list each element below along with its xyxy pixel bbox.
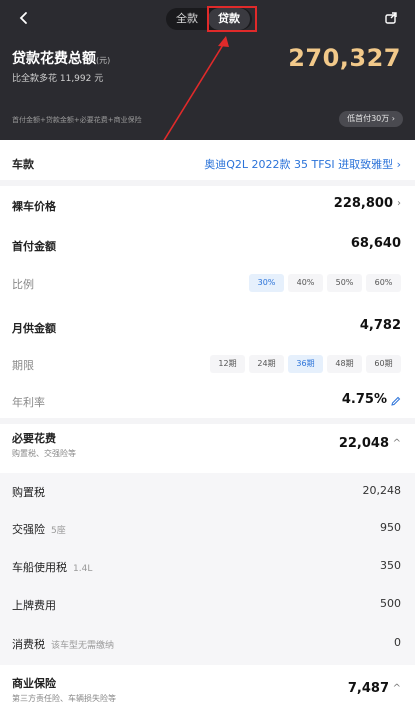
down-payment-label: 首付金额 (12, 240, 56, 253)
commercial-label: 商业保险 (12, 677, 56, 690)
back-arrow-icon (19, 12, 27, 24)
necessary-cost-row[interactable]: 必要花费 购置税、交强险等 22,048 ^ (0, 428, 415, 468)
compulsory-value: 950 (380, 521, 401, 534)
term-option-24[interactable]: 24期 (249, 355, 284, 373)
necessary-sub: 购置税、交强险等 (12, 449, 76, 458)
commercial-insurance-row[interactable]: 商业保险 第三方责任险、车辆损失险等 7,487 ^ (0, 673, 415, 713)
vessel-tax-row: 车船使用税 1.4L 350 (0, 555, 415, 577)
monthly-label: 月供金额 (12, 322, 56, 335)
section-divider (0, 180, 415, 186)
share-button[interactable] (379, 6, 403, 30)
term-label: 期限 (12, 359, 34, 372)
compulsory-label: 交强险 5座 (12, 521, 66, 537)
compulsory-insurance-row: 交强险 5座 950 (0, 517, 415, 539)
commercial-sub: 第三方责任险、车辆损失险等 (12, 694, 116, 703)
rate-label: 年利率 (12, 396, 45, 409)
chevron-up-icon[interactable]: ^ (393, 438, 401, 449)
compulsory-label-text: 交强险 (12, 523, 45, 536)
chevron-up-icon[interactable]: ^ (393, 683, 401, 694)
consumption-tax-label: 消费税 该车型无需缴纳 (12, 636, 114, 652)
necessary-value: 22,048 (338, 436, 389, 451)
ratio-options: 30% 40% 50% 60% (249, 274, 401, 292)
term-option-60[interactable]: 60期 (366, 355, 401, 373)
purchase-tax-value: 20,248 (362, 484, 402, 497)
compulsory-hint: 5座 (51, 526, 66, 536)
cost-formula: 首付金额+贷款金额+必要花费+商业保险 (12, 116, 142, 124)
consumption-tax-label-text: 消费税 (12, 638, 45, 651)
term-option-12[interactable]: 12期 (210, 355, 245, 373)
term-options: 12期 24期 36期 48期 60期 (210, 355, 401, 373)
down-payment-row: 首付金额 68,640 (0, 234, 415, 256)
vessel-tax-hint: 1.4L (73, 564, 93, 574)
bare-price-row[interactable]: 裸车价格 228,800 › (0, 194, 415, 216)
annotation-highlight-box (207, 6, 257, 32)
plate-fee-label: 上牌费用 (12, 599, 56, 612)
consumption-tax-value: 0 (394, 636, 401, 649)
ratio-option-60[interactable]: 60% (366, 274, 401, 292)
ratio-option-30[interactable]: 30% (249, 274, 284, 292)
total-cost: 270,327 (288, 44, 401, 72)
loan-detail-card: 车款 奥迪Q2L 2022款 35 TFSI 进取致雅型 › 裸车价格 228,… (0, 140, 415, 720)
bare-price-label: 裸车价格 (12, 200, 56, 213)
purchase-tax-label: 购置税 (12, 486, 45, 499)
monthly-value: 4,782 (359, 318, 401, 333)
car-label: 车款 (12, 158, 34, 171)
pencil-icon[interactable] (390, 396, 401, 407)
title-unit: (元) (96, 56, 111, 65)
ratio-label: 比例 (12, 278, 34, 291)
plate-fee-row: 上牌费用 500 (0, 593, 415, 615)
ratio-option-40[interactable]: 40% (288, 274, 323, 292)
vessel-tax-label: 车船使用税 1.4L (12, 559, 92, 575)
car-model-link[interactable]: 奥迪Q2L 2022款 35 TFSI 进取致雅型 › (204, 156, 401, 172)
section-divider (0, 418, 415, 424)
compare-text: 比全款多花 11,992 元 (12, 74, 104, 84)
rate-row[interactable]: 年利率 4.75% (0, 390, 415, 412)
purchase-tax-row: 购置税 20,248 (0, 480, 415, 502)
title-text: 贷款花费总额 (12, 51, 96, 67)
chevron-right-icon: › (397, 198, 401, 209)
term-option-48[interactable]: 48期 (327, 355, 362, 373)
bare-price-value: 228,800 (333, 196, 393, 211)
consumption-tax-hint: 该车型无需缴纳 (51, 641, 115, 651)
monthly-payment-row: 月供金额 4,782 (0, 316, 415, 338)
commercial-value: 7,487 (347, 681, 389, 696)
car-row[interactable]: 车款 奥迪Q2L 2022款 35 TFSI 进取致雅型 › (0, 152, 415, 174)
tab-full-payment[interactable]: 全款 (166, 8, 208, 30)
low-down-payment-button[interactable]: 低首付30万 › (339, 111, 403, 127)
vessel-tax-label-text: 车船使用税 (12, 561, 67, 574)
ratio-option-50[interactable]: 50% (327, 274, 362, 292)
share-icon (385, 12, 397, 24)
ratio-row: 比例 30% 40% 50% 60% (0, 272, 415, 294)
term-row: 期限 12期 24期 36期 48期 60期 (0, 353, 415, 375)
back-button[interactable] (12, 6, 36, 30)
rate-value: 4.75% (341, 392, 387, 407)
term-option-36[interactable]: 36期 (288, 355, 323, 373)
down-payment-value: 68,640 (350, 236, 401, 251)
plate-fee-value: 500 (380, 597, 401, 610)
page-title: 贷款花费总额(元) (12, 48, 110, 68)
vessel-tax-value: 350 (380, 559, 401, 572)
consumption-tax-row: 消费税 该车型无需缴纳 0 (0, 632, 415, 654)
necessary-label: 必要花费 (12, 432, 56, 445)
